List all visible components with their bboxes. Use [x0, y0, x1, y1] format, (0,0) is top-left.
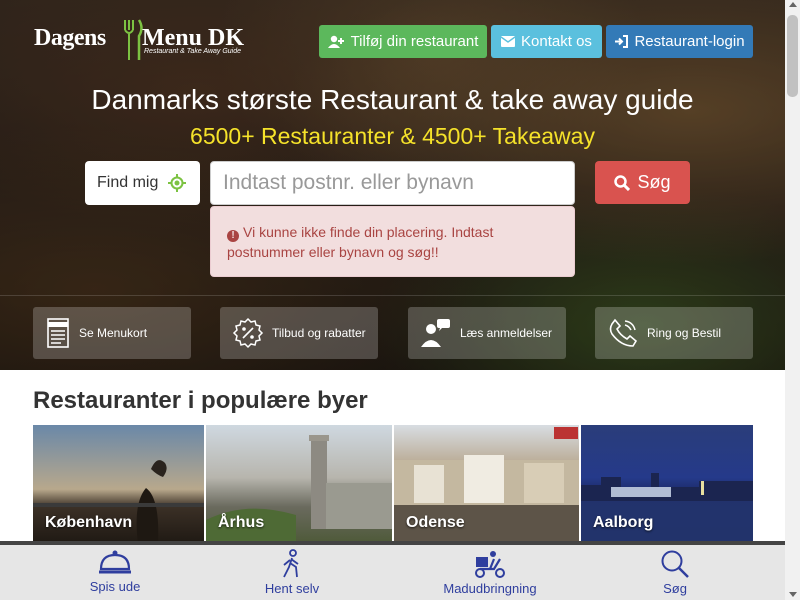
percent-badge-icon [232, 317, 264, 349]
nav-pickup-label: Hent selv [264, 581, 320, 596]
envelope-icon [501, 36, 516, 47]
nav-search[interactable]: Søg [645, 549, 705, 596]
feature-call-order[interactable]: Ring og Bestil [595, 307, 753, 359]
nav-delivery-label: Madudbringning [443, 581, 537, 596]
search-icon [661, 550, 689, 578]
page-scrollbar[interactable] [785, 0, 800, 600]
add-restaurant-label: Tilføj din restaurant [350, 33, 479, 50]
feature-menu-card[interactable]: Se Menukort [33, 307, 191, 359]
location-search-input[interactable] [210, 161, 575, 205]
city-card-copenhagen[interactable]: København [33, 425, 204, 542]
reviews-icon [421, 319, 450, 347]
add-restaurant-button[interactable]: Tilføj din restaurant [319, 25, 487, 58]
feature-call-order-label: Ring og Bestil [647, 326, 722, 340]
find-me-button[interactable]: Find mig [85, 161, 200, 205]
feature-reviews[interactable]: Læs anmeldelser [408, 307, 566, 359]
city-card-aarhus[interactable]: Århus [206, 425, 392, 542]
scrollbar-thumb[interactable] [787, 15, 798, 97]
scroll-down-arrow-icon[interactable] [789, 592, 797, 597]
city-card-odense[interactable]: Odense [394, 425, 579, 542]
nav-dine-out[interactable]: Spis ude [85, 549, 145, 594]
delivery-scooter-icon [475, 551, 505, 578]
city-name-odense: Odense [406, 514, 465, 531]
hero-subline: 6500+ Restauranter & 4500+ Takeaway [190, 123, 595, 149]
location-error-text: Vi kunne ikke finde din placering. Indta… [227, 224, 494, 260]
site-logo[interactable]: Dagens Menu DK Restaurant & Take Away Gu… [34, 18, 254, 62]
bottom-navigation: Spis ude Hent selv Madudbringning Søg [0, 541, 785, 600]
cloche-icon [99, 550, 131, 574]
search-icon [614, 174, 631, 191]
nav-dine-out-label: Spis ude [89, 579, 141, 594]
fork-knife-icon [124, 19, 143, 60]
walking-person-icon [283, 549, 299, 578]
feature-reviews-label: Læs anmeldelser [460, 326, 553, 340]
scroll-up-arrow-icon[interactable] [789, 2, 797, 7]
popular-cities-heading: Restauranter i populære byer [33, 387, 368, 414]
nav-search-label: Søg [663, 581, 687, 596]
popular-cities-grid: København Århus Odense Aalborg [33, 425, 753, 542]
hero-divider [0, 295, 785, 296]
logo-tagline: Restaurant & Take Away Guide [144, 48, 242, 55]
find-me-label: Find mig [97, 174, 159, 191]
location-error-alert: ! Vi kunne ikke finde din placering. Indt… [210, 206, 575, 277]
nav-delivery[interactable]: Madudbringning [440, 549, 540, 596]
login-label: Restaurant-login [634, 33, 745, 50]
sign-in-icon [615, 35, 629, 48]
search-button[interactable]: Søg [595, 161, 690, 204]
city-name-aalborg: Aalborg [593, 514, 654, 531]
hero-headline: Danmarks største Restaurant & take away … [91, 84, 694, 115]
add-user-icon [327, 35, 344, 48]
nav-pickup[interactable]: Hent selv [258, 549, 326, 596]
city-name-copenhagen: København [45, 514, 133, 531]
phone-icon [609, 318, 638, 347]
city-name-aarhus: Århus [218, 514, 265, 531]
menu-card-icon [47, 318, 69, 348]
feature-menu-card-label: Se Menukort [79, 326, 148, 340]
feature-offers-label: Tilbud og rabatter [272, 326, 366, 340]
restaurant-login-button[interactable]: Restaurant-login [606, 25, 753, 58]
location-target-icon [168, 174, 187, 192]
contact-button[interactable]: Kontakt os [491, 25, 602, 58]
exclamation-icon: ! [227, 230, 239, 242]
hero-banner: Dagens Menu DK Restaurant & Take Away Gu… [0, 0, 785, 370]
logo-text-1: Dagens [34, 25, 106, 51]
contact-label: Kontakt os [521, 33, 592, 50]
city-card-aalborg[interactable]: Aalborg [581, 425, 753, 542]
feature-offers[interactable]: Tilbud og rabatter [220, 307, 378, 359]
search-button-label: Søg [637, 172, 671, 192]
